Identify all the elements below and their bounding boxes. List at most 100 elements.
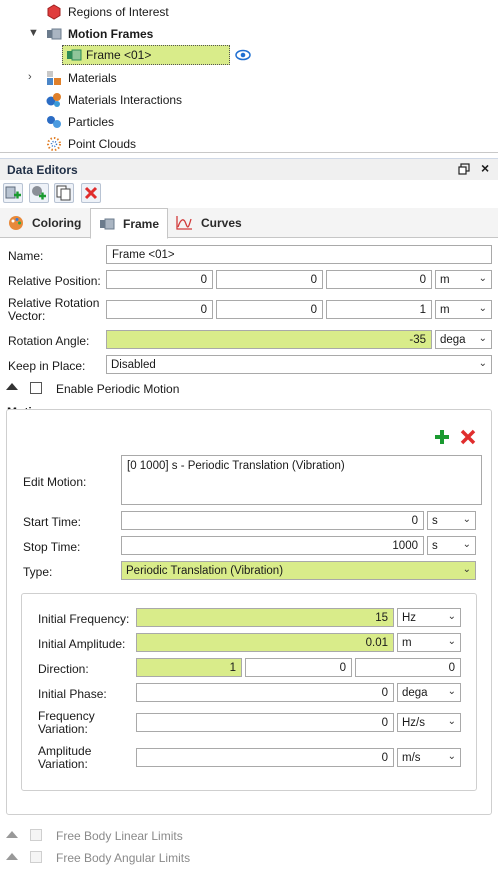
collapse-arrow-icon[interactable]: [6, 383, 18, 390]
free-body-linear-limits-label: Free Body Linear Limits: [56, 829, 183, 843]
delete-button[interactable]: [81, 183, 101, 203]
initial-frequency-unit-select[interactable]: Hz ⌄: [397, 608, 461, 627]
motion-type-value: Periodic Translation (Vibration): [126, 564, 284, 577]
curve-chart-icon: [176, 216, 192, 230]
chevron-down-icon: ⌄: [462, 564, 471, 575]
tab-coloring[interactable]: Coloring: [0, 208, 89, 238]
free-body-angular-limits-checkbox[interactable]: [30, 851, 42, 863]
edit-motion-list[interactable]: [0 1000] s - Periodic Translation (Vibra…: [121, 455, 482, 505]
stop-time-unit-select[interactable]: s ⌄: [427, 536, 476, 555]
unit-value: m: [440, 303, 450, 316]
rotation-angle-unit-select[interactable]: dega ⌄: [435, 330, 492, 349]
add-child-button[interactable]: [29, 183, 49, 203]
tree-item-particles[interactable]: Particles: [46, 112, 114, 132]
start-time-unit-select[interactable]: s ⌄: [427, 511, 476, 530]
relative-rotation-z[interactable]: 1: [326, 300, 432, 319]
tree-item-label: Materials: [68, 71, 117, 85]
data-editors-header: Data Editors ×: [0, 158, 498, 180]
initial-amplitude-label: Initial Amplitude:: [38, 637, 126, 651]
close-icon[interactable]: ×: [481, 160, 489, 176]
initial-amplitude-unit-select[interactable]: m ⌄: [397, 633, 461, 652]
initial-phase-unit-select[interactable]: dega ⌄: [397, 683, 461, 702]
relative-position-unit-select[interactable]: m ⌄: [435, 270, 492, 289]
relative-position-label: Relative Position:: [8, 274, 101, 288]
project-tree: Regions of Interest ▼ Motion Frames Fram…: [0, 0, 498, 153]
frequency-variation-unit-select[interactable]: Hz/s ⌄: [397, 713, 461, 732]
motion-list-item[interactable]: [0 1000] s - Periodic Translation (Vibra…: [127, 460, 345, 472]
amplitude-variation-unit-select[interactable]: m/s ⌄: [397, 748, 461, 767]
relative-rotation-y[interactable]: 0: [216, 300, 323, 319]
tree-item-label: Motion Frames: [68, 27, 154, 41]
unit-value: s: [432, 539, 438, 552]
start-time-field[interactable]: 0: [121, 511, 424, 530]
tree-item-materials-interactions[interactable]: Materials Interactions: [46, 90, 182, 110]
materials-interactions-icon: [46, 92, 62, 108]
tree-item-frame-01[interactable]: Frame <01>: [62, 45, 230, 65]
enable-periodic-motion-label: Enable Periodic Motion: [56, 382, 180, 396]
tree-item-point-clouds[interactable]: Point Clouds: [46, 134, 136, 154]
chevron-down-icon[interactable]: ▼: [28, 27, 39, 39]
free-body-linear-limits-checkbox[interactable]: [30, 829, 42, 841]
tree-item-materials[interactable]: Materials: [46, 68, 117, 88]
regions-icon: [46, 4, 62, 20]
stop-time-field[interactable]: 1000: [121, 536, 424, 555]
remove-motion-icon[interactable]: [459, 428, 477, 449]
tab-curves[interactable]: Curves: [167, 208, 250, 238]
stop-time-label: Stop Time:: [23, 540, 81, 554]
amplitude-variation-field[interactable]: 0: [136, 748, 394, 767]
add-frame-icon: [5, 186, 21, 199]
particles-icon: [46, 114, 62, 130]
tab-frame[interactable]: Frame: [90, 208, 169, 239]
copy-button[interactable]: [54, 183, 74, 203]
chevron-down-icon: ⌄: [447, 686, 456, 697]
keep-in-place-value: Disabled: [111, 358, 156, 371]
relative-position-y[interactable]: 0: [216, 270, 323, 289]
direction-z[interactable]: 0: [355, 658, 461, 677]
relative-position-z[interactable]: 0: [326, 270, 432, 289]
enable-periodic-motion-checkbox[interactable]: [30, 382, 42, 394]
relative-rotation-unit-select[interactable]: m ⌄: [435, 300, 492, 319]
tree-item-regions[interactable]: Regions of Interest: [46, 2, 169, 22]
frequency-variation-field[interactable]: 0: [136, 713, 394, 732]
chevron-right-icon[interactable]: ›: [28, 71, 32, 83]
restore-window-icon[interactable]: [458, 163, 470, 178]
relative-position-x[interactable]: 0: [106, 270, 213, 289]
chevron-down-icon: ⌄: [447, 716, 456, 727]
chevron-down-icon: ⌄: [447, 751, 456, 762]
name-label: Name:: [8, 249, 44, 263]
tree-item-label: Particles: [68, 115, 115, 129]
initial-amplitude-field[interactable]: 0.01: [136, 633, 394, 652]
collapse-arrow-icon[interactable]: [6, 853, 18, 860]
unit-value: m: [402, 636, 412, 649]
initial-frequency-label: Initial Frequency:: [38, 612, 130, 626]
unit-value: s: [432, 514, 438, 527]
tab-label: Frame: [123, 216, 160, 231]
rotation-angle-label: Rotation Angle:: [8, 334, 90, 348]
add-motion-icon[interactable]: [433, 428, 451, 449]
collapse-arrow-icon[interactable]: [6, 831, 18, 838]
materials-icon: [46, 70, 62, 86]
unit-value: Hz/s: [402, 716, 425, 729]
relative-rotation-x[interactable]: 0: [106, 300, 213, 319]
direction-x[interactable]: 1: [136, 658, 242, 677]
edit-motion-label: Edit Motion:: [23, 475, 87, 489]
delete-icon: [84, 186, 98, 200]
tree-item-label: Materials Interactions: [68, 93, 183, 107]
initial-frequency-field[interactable]: 15: [136, 608, 394, 627]
direction-y[interactable]: 0: [245, 658, 352, 677]
motion-frames-icon: [46, 26, 62, 42]
chevron-down-icon: ⌄: [447, 611, 456, 622]
keep-in-place-select[interactable]: Disabled ⌄: [106, 355, 492, 374]
eye-icon[interactable]: [235, 48, 251, 65]
rotation-angle-field[interactable]: -35: [106, 330, 432, 349]
tree-item-motion-frames[interactable]: Motion Frames: [46, 24, 153, 44]
start-time-label: Start Time:: [23, 515, 82, 529]
name-field[interactable]: Frame <01>: [106, 245, 492, 264]
direction-label: Direction:: [38, 662, 89, 676]
unit-value: dega: [402, 686, 428, 699]
add-frame-button[interactable]: [3, 183, 23, 203]
free-body-angular-limits-label: Free Body Angular Limits: [56, 851, 191, 865]
palette-icon: [9, 216, 23, 230]
motion-type-select[interactable]: Periodic Translation (Vibration) ⌄: [121, 561, 476, 580]
initial-phase-field[interactable]: 0: [136, 683, 394, 702]
